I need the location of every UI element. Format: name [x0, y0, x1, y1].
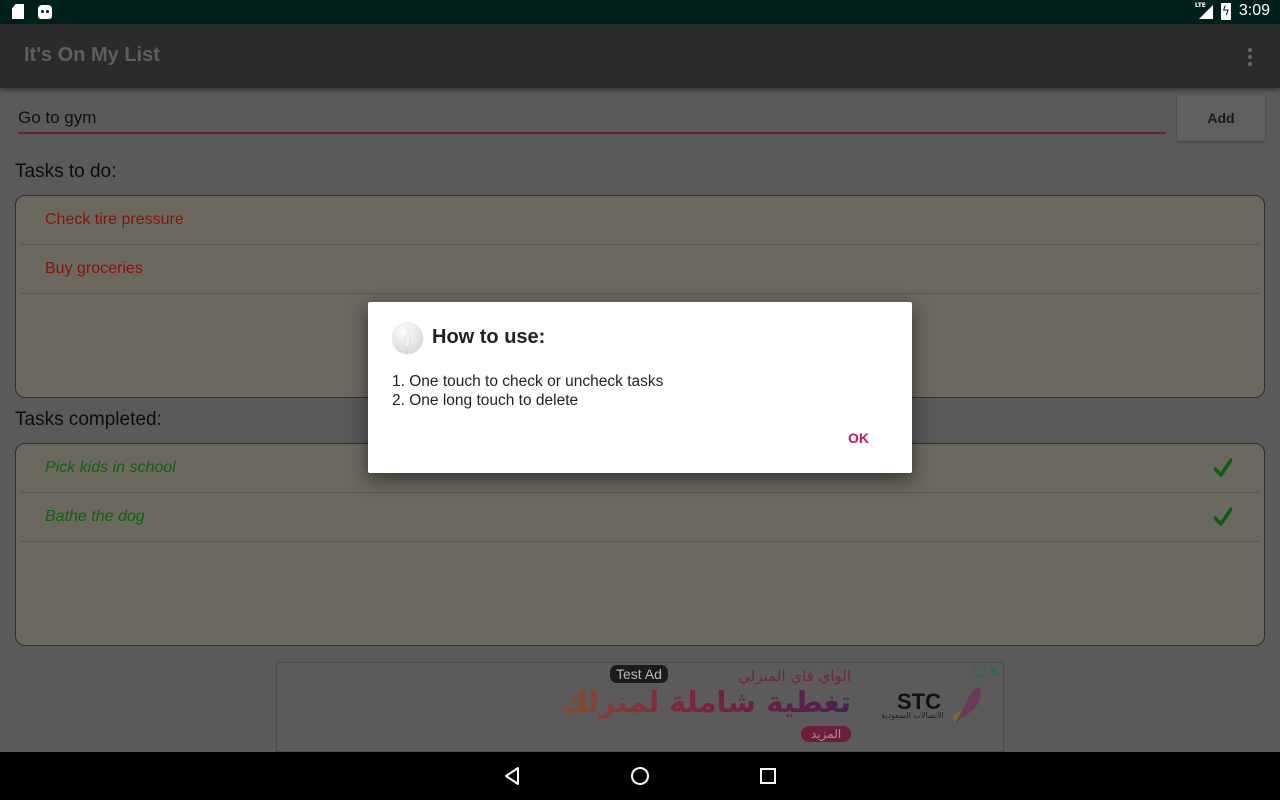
check-icon — [1214, 507, 1232, 526]
task-input[interactable] — [18, 108, 1158, 128]
ad-close-icon[interactable]: ✕ — [988, 663, 1000, 680]
completed-list: Pick kids in school Bathe the dog — [15, 443, 1265, 646]
back-button[interactable] — [500, 764, 524, 788]
todo-item[interactable]: Check tire pressure — [20, 196, 1260, 245]
ad-info-icon[interactable]: i — [973, 665, 985, 677]
dialog-instruction: 1. One touch to check or uncheck tasks — [392, 373, 664, 390]
completed-item-text: Bathe the dog — [45, 508, 145, 525]
status-bar: LTE 3:09 — [0, 0, 1280, 24]
completed-item-text: Pick kids in school — [45, 459, 176, 476]
ad-headline: تغطية شاملة لمنزلك — [560, 685, 851, 719]
tasks-completed-heading: Tasks completed: — [15, 409, 162, 430]
ad-subtitle: الواي فاي المنزلي — [738, 667, 851, 685]
network-type: LTE — [1194, 2, 1206, 9]
clock: 3:09 — [1238, 2, 1270, 19]
ad-banner[interactable]: Test Ad الواي فاي المنزلي تغطية شاملة لم… — [276, 662, 1004, 752]
android-debug-icon — [38, 4, 52, 19]
completed-item[interactable]: Bathe the dog — [20, 493, 1260, 542]
sd-card-icon — [12, 4, 24, 19]
dialog-instruction: 2. One long touch to delete — [392, 392, 579, 409]
todo-item[interactable]: Buy groceries — [20, 245, 1260, 294]
todo-item-text: Buy groceries — [45, 260, 143, 277]
signal-icon: LTE — [1194, 2, 1213, 19]
battery-charging-icon — [1220, 2, 1231, 20]
add-button[interactable]: Add — [1177, 95, 1265, 141]
home-button[interactable] — [628, 764, 652, 788]
recents-icon — [760, 768, 776, 784]
test-ad-badge: Test Ad — [610, 665, 668, 683]
info-icon — [392, 322, 423, 353]
app-bar: It's On My List — [0, 24, 1280, 88]
ad-cta-button[interactable]: المزيد — [801, 726, 852, 742]
home-icon — [631, 767, 649, 785]
todo-item-text: Check tire pressure — [45, 211, 184, 228]
more-vert-icon[interactable] — [1242, 46, 1258, 68]
recents-button[interactable] — [756, 764, 780, 788]
ok-button[interactable]: OK — [848, 430, 869, 446]
how-to-use-dialog: How to use: 1. One touch to check or unc… — [368, 302, 912, 473]
task-input-container — [18, 100, 1166, 134]
ad-brand-subtitle: الاتصالات السعودية — [881, 711, 944, 720]
check-icon — [1214, 458, 1232, 477]
navigation-bar — [0, 752, 1280, 800]
app-title: It's On My List — [24, 44, 160, 66]
dialog-title: How to use: — [432, 326, 546, 348]
tasks-todo-heading: Tasks to do: — [15, 161, 117, 182]
stc-logo-mark-icon — [953, 687, 981, 723]
back-icon — [505, 767, 519, 785]
